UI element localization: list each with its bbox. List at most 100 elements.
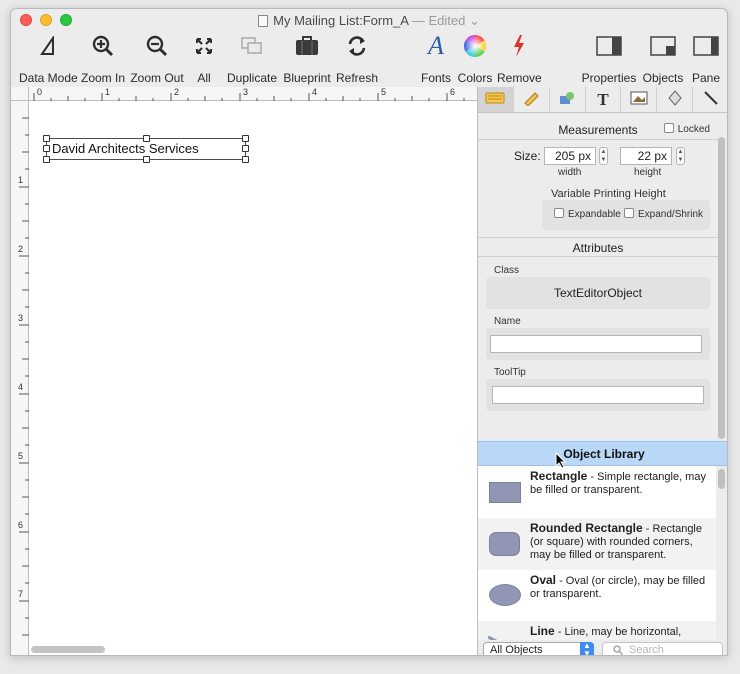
objects-button[interactable]: Objects: [641, 31, 685, 87]
expandable-checkbox[interactable]: Expandable: [554, 208, 621, 220]
search-placeholder: Search: [629, 644, 664, 656]
resize-handle[interactable]: [242, 145, 249, 152]
expandable-label: Expandable: [568, 209, 621, 220]
resize-handle[interactable]: [43, 156, 50, 163]
library-item-rounded-rectangle[interactable]: Rounded Rectangle - Rectangle (or square…: [478, 518, 716, 570]
library-item-text: Rounded Rectangle - Rectangle (or square…: [530, 522, 710, 562]
height-field[interactable]: 22 px: [620, 147, 672, 165]
class-value: TextEditorObject: [486, 277, 710, 309]
tab-notes[interactable]: [478, 87, 514, 112]
library-item-name: Line: [530, 624, 555, 638]
measurements-title: Measurements: [558, 123, 638, 137]
form-canvas[interactable]: David Architects Services: [29, 101, 490, 655]
width-caption: width: [558, 167, 582, 178]
library-item-rectangle[interactable]: Rectangle - Simple rectangle, may be fil…: [478, 466, 716, 518]
library-item-oval[interactable]: Oval - Oval (or circle), may be filled o…: [478, 570, 716, 622]
object-filter-value: All Objects: [490, 644, 543, 656]
refresh-button[interactable]: Refresh: [333, 31, 381, 87]
edited-status[interactable]: — Edited ⌄: [412, 13, 480, 28]
object-library-header[interactable]: Object Library: [478, 441, 727, 466]
height-stepper[interactable]: ▲ ▼: [676, 147, 685, 165]
panel-scrollbar[interactable]: [718, 137, 725, 439]
resize-handle[interactable]: [242, 135, 249, 142]
all-button[interactable]: All: [189, 31, 219, 87]
blueprint-label: Blueprint: [283, 71, 331, 85]
colors-label: Colors: [457, 71, 493, 85]
oval-shape-icon: [489, 584, 521, 606]
duplicate-label: Duplicate: [226, 71, 278, 85]
window-title: My Mailing List:Form_A — Edited ⌄: [11, 13, 727, 29]
library-item-text: Oval - Oval (or circle), may be filled o…: [530, 574, 710, 601]
properties-button[interactable]: Properties: [581, 31, 637, 87]
name-input[interactable]: [490, 335, 702, 353]
data-mode-button[interactable]: Data Mode: [19, 31, 78, 87]
objects-icon: [641, 31, 685, 61]
name-group: [486, 328, 710, 360]
ruler-number: 3: [18, 313, 24, 323]
resize-handle[interactable]: [143, 156, 150, 163]
object-filter-select[interactable]: All Objects ▲ ▼: [483, 642, 594, 656]
tab-text[interactable]: T: [586, 87, 622, 112]
locked-checkbox[interactable]: Locked: [663, 123, 710, 135]
document-icon: [258, 15, 269, 27]
width-field[interactable]: 205 px: [544, 147, 596, 165]
line-shape-icon: [488, 635, 498, 640]
blueprint-button[interactable]: Blueprint: [281, 31, 333, 87]
tab-line[interactable]: [693, 87, 727, 112]
library-item-name: Rounded Rectangle: [530, 521, 643, 535]
title-bar: My Mailing List:Form_A — Edited ⌄: [11, 9, 727, 31]
library-item-name: Oval: [530, 573, 557, 587]
properties-panel: T Measurements Locked Size: 205 px ▲ ▼ w…: [477, 87, 727, 656]
pane-button[interactable]: Pane: [687, 31, 725, 87]
zoom-in-label: Zoom In: [80, 71, 125, 85]
vph-group: Expandable Expand/Shrink: [542, 200, 710, 230]
remove-button[interactable]: Remove: [497, 31, 542, 87]
zoom-out-button[interactable]: Zoom Out: [129, 31, 185, 87]
checkbox-box[interactable]: [663, 123, 674, 133]
zoom-in-button[interactable]: Zoom In: [79, 31, 127, 87]
tooltip-input[interactable]: [492, 386, 704, 404]
checkbox-box[interactable]: [554, 208, 564, 218]
notes-icon: [484, 91, 506, 109]
library-scrollbar[interactable]: [718, 469, 725, 489]
canvas-horizontal-scrollbar[interactable]: [31, 646, 105, 653]
resize-handle[interactable]: [143, 135, 150, 142]
variable-printing-height-label: Variable Printing Height: [551, 188, 666, 200]
line-tool-icon: [703, 90, 719, 110]
shapes-icon: [558, 90, 576, 110]
checkbox-box[interactable]: [624, 208, 634, 218]
tab-picture[interactable]: [621, 87, 658, 112]
class-label: Class: [494, 265, 520, 276]
data-mode-label: Data Mode: [19, 71, 78, 85]
rounded-rectangle-shape-icon: [489, 532, 520, 556]
width-stepper[interactable]: ▲ ▼: [599, 147, 608, 165]
expand-shrink-checkbox[interactable]: Expand/Shrink: [624, 208, 703, 220]
library-item-desc: - Oval (or circle), may be filled or tra…: [530, 575, 706, 600]
height-caption: height: [634, 167, 662, 178]
resize-handle[interactable]: [43, 135, 50, 142]
resize-handle[interactable]: [242, 156, 249, 163]
ruler-number: 0: [37, 87, 43, 97]
remove-icon: [497, 31, 541, 61]
tooltip-label: ToolTip: [494, 367, 526, 378]
properties-label: Properties: [581, 71, 637, 85]
ruler-horizontal: 0 1 2 3 4 5 6: [29, 87, 477, 101]
library-search-input[interactable]: Search: [602, 642, 723, 656]
ruler-number: 7: [18, 589, 24, 599]
colors-icon: [457, 31, 493, 61]
tab-layers[interactable]: [657, 87, 694, 112]
tab-shapes[interactable]: [550, 87, 586, 112]
library-item-line[interactable]: Line - Line, may be horizontal,: [478, 621, 716, 640]
refresh-icon: [333, 31, 381, 61]
attributes-title: Attributes: [572, 241, 624, 255]
duplicate-button[interactable]: Duplicate: [225, 31, 279, 87]
pane-label: Pane: [691, 71, 721, 85]
panel-tabs: T: [478, 87, 727, 113]
tab-edit[interactable]: [514, 87, 550, 112]
expand-all-icon: [189, 31, 219, 61]
locked-label: Locked: [677, 124, 710, 135]
ruler-number: 5: [18, 451, 24, 461]
colors-button[interactable]: Colors: [457, 31, 493, 87]
fonts-button[interactable]: A Fonts: [419, 31, 453, 87]
resize-handle[interactable]: [43, 145, 50, 152]
